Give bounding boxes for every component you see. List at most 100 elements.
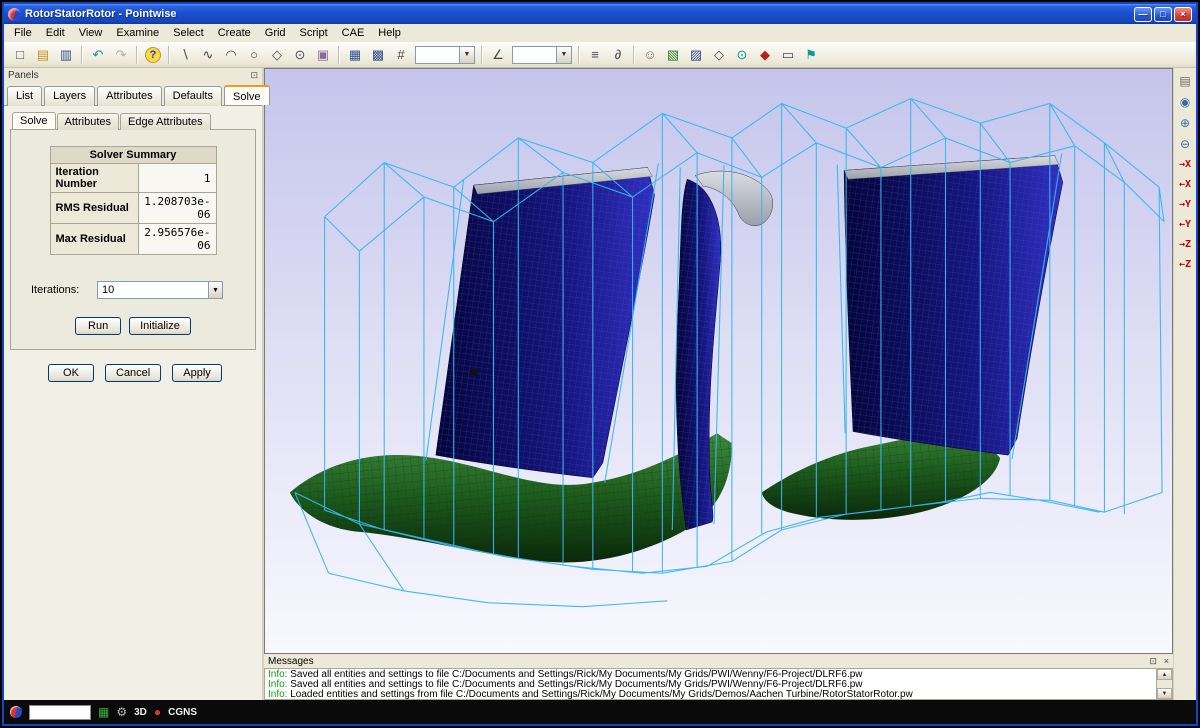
mask-spacing-icon[interactable]: ▭ xyxy=(777,44,799,65)
scroll-up-icon[interactable]: ▲ xyxy=(1157,669,1172,680)
subtab-solve[interactable]: Solve xyxy=(12,112,56,129)
command-input[interactable] xyxy=(29,705,91,720)
view-plus-z-button[interactable]: →Z xyxy=(1175,236,1195,253)
undo-icon[interactable]: ↶ xyxy=(87,44,109,65)
view-minus-x-button[interactable]: ←X xyxy=(1175,176,1195,193)
mask-domain-icon[interactable]: ▧ xyxy=(662,44,684,65)
toolbar-separator xyxy=(81,46,83,64)
window-title: RotorStatorRotor - Pointwise xyxy=(25,8,1132,20)
close-button[interactable]: × xyxy=(1174,7,1192,22)
dimension-icon[interactable]: # xyxy=(390,44,412,65)
scroll-down-icon[interactable]: ▼ xyxy=(1157,688,1172,699)
curve-tool-icon[interactable]: ∿ xyxy=(197,44,219,65)
view-minus-z-button[interactable]: ←Z xyxy=(1175,256,1195,273)
max-residual-label: Max Residual xyxy=(50,224,138,255)
panels-tabs: List Layers Attributes Defaults Solve xyxy=(4,83,262,105)
dimension-mode-label: 3D xyxy=(134,707,147,718)
menu-create[interactable]: Create xyxy=(211,25,258,41)
menu-help[interactable]: Help xyxy=(371,25,408,41)
menu-cae[interactable]: CAE xyxy=(335,25,372,41)
zoom-out-icon[interactable]: ⊖ xyxy=(1176,135,1195,153)
float-panel-icon[interactable]: ⊡ xyxy=(250,70,258,80)
iterations-input[interactable]: 10 ▼ xyxy=(97,281,223,299)
toolbar-separator xyxy=(136,46,138,64)
mask-node-icon[interactable]: ⊙ xyxy=(731,44,753,65)
mask-point-icon[interactable]: ◆ xyxy=(754,44,776,65)
3d-viewport[interactable] xyxy=(264,68,1173,654)
tab-list[interactable]: List xyxy=(7,86,42,106)
apply-button[interactable]: Apply xyxy=(172,364,222,382)
conic-tool-icon[interactable]: ◇ xyxy=(266,44,288,65)
menu-grid[interactable]: Grid xyxy=(258,25,293,41)
view-minus-y-button[interactable]: ←Y xyxy=(1175,216,1195,233)
run-button[interactable]: Run xyxy=(75,317,121,335)
examine-icon[interactable]: ◉ xyxy=(1176,93,1195,111)
menubar: File Edit View Examine Select Create Gri… xyxy=(4,24,1196,42)
mask-database-icon[interactable]: ☺ xyxy=(639,44,661,65)
mask-connector-icon[interactable]: ◇ xyxy=(708,44,730,65)
menu-view[interactable]: View xyxy=(72,25,110,41)
tab-solve[interactable]: Solve xyxy=(224,85,270,105)
structured-grid-icon[interactable]: ▦ xyxy=(344,44,366,65)
zoom-in-icon[interactable]: ⊕ xyxy=(1176,114,1195,132)
minimize-button[interactable]: — xyxy=(1134,7,1152,22)
arc-tool-icon[interactable]: ◠ xyxy=(220,44,242,65)
menu-examine[interactable]: Examine xyxy=(109,25,166,41)
chevron-down-icon[interactable]: ▼ xyxy=(459,47,474,63)
subtab-attributes[interactable]: Attributes xyxy=(57,113,119,130)
flag-icon[interactable]: ⚑ xyxy=(800,44,822,65)
center-column: Messages ⊡ × Info: Saved all entities an… xyxy=(264,68,1173,700)
database-icon[interactable]: ▣ xyxy=(312,44,334,65)
circle-tool-icon[interactable]: ○ xyxy=(243,44,265,65)
cae-solver-label: CGNS xyxy=(168,707,197,718)
statusbar: ▦ ⚙ 3D ● CGNS xyxy=(4,700,1196,724)
open-file-icon[interactable]: ▤ xyxy=(32,44,54,65)
table-row: RMS Residual 1.208703e-06 xyxy=(50,193,216,224)
solve-subtabs: Solve Attributes Edge Attributes xyxy=(10,110,256,129)
menu-file[interactable]: File xyxy=(7,25,39,41)
menu-script[interactable]: Script xyxy=(293,25,335,41)
panel-toggle-icon[interactable]: ▤ xyxy=(1176,72,1195,90)
save-file-icon[interactable]: ▥ xyxy=(55,44,77,65)
angle-icon[interactable]: ∠ xyxy=(487,44,509,65)
main-toolbar: □ ▤ ▥ ↶ ↷ ? ∖ ∿ ◠ ○ ◇ ⊙ ▣ ▦ ▩ # ▼ ∠ ▼ ≡ … xyxy=(4,42,1196,68)
toolbar-separator xyxy=(338,46,340,64)
iteration-number-label: Iteration Number xyxy=(50,164,138,193)
angle-combo[interactable]: ▼ xyxy=(512,46,572,64)
tab-layers[interactable]: Layers xyxy=(44,86,95,106)
redo-icon: ↷ xyxy=(110,44,132,65)
close-panel-icon[interactable]: × xyxy=(1164,656,1169,666)
point-tool-icon[interactable]: ⊙ xyxy=(289,44,311,65)
new-file-icon[interactable]: □ xyxy=(9,44,31,65)
chevron-down-icon[interactable]: ▼ xyxy=(208,282,222,298)
menu-select[interactable]: Select xyxy=(166,25,211,41)
initialize-button[interactable]: Initialize xyxy=(129,317,191,335)
titlebar[interactable]: RotorStatorRotor - Pointwise — □ × xyxy=(4,4,1196,24)
segment-tool-icon[interactable]: ∖ xyxy=(174,44,196,65)
tab-defaults[interactable]: Defaults xyxy=(164,86,222,106)
menu-edit[interactable]: Edit xyxy=(39,25,72,41)
hybrid-grid-icon[interactable]: ▩ xyxy=(367,44,389,65)
mask-block-icon[interactable]: ▨ xyxy=(685,44,707,65)
help-icon[interactable]: ? xyxy=(142,44,164,65)
ok-button[interactable]: OK xyxy=(48,364,94,382)
float-panel-icon[interactable]: ⊡ xyxy=(1149,656,1157,666)
max-residual-value: 2.956576e-06 xyxy=(138,224,216,255)
rms-residual-label: RMS Residual xyxy=(50,193,138,224)
dimension-combo[interactable]: ▼ xyxy=(415,46,475,64)
copy-icon[interactable]: ≡ xyxy=(584,44,606,65)
subtab-edge-attributes[interactable]: Edge Attributes xyxy=(120,113,211,130)
tab-attributes[interactable]: Attributes xyxy=(97,86,161,106)
chevron-down-icon[interactable]: ▼ xyxy=(556,47,571,63)
panels-title: Panels xyxy=(8,70,39,81)
app-status-icon xyxy=(10,706,22,718)
view-plus-y-button[interactable]: →Y xyxy=(1175,196,1195,213)
solve-frame: Solver Summary Iteration Number 1 RMS Re… xyxy=(10,129,256,350)
cancel-button[interactable]: Cancel xyxy=(105,364,161,382)
derivative-icon[interactable]: ∂ xyxy=(607,44,629,65)
maximize-button[interactable]: □ xyxy=(1154,7,1172,22)
messages-scrollbar[interactable]: ▲ ▼ xyxy=(1156,669,1172,699)
view-plus-x-button[interactable]: →X xyxy=(1175,156,1195,173)
iteration-number-value: 1 xyxy=(138,164,216,193)
solver-summary-title: Solver Summary xyxy=(50,147,216,164)
